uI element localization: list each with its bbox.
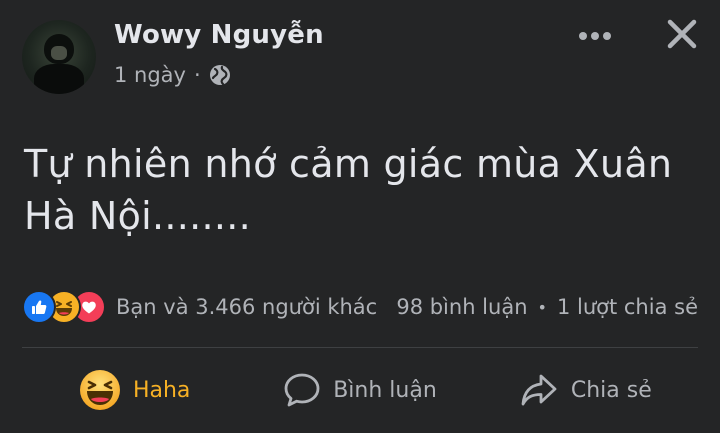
share-icon [519,371,559,409]
haha-reaction-button[interactable]: Haha [22,362,247,418]
post-text: Tự nhiên nhớ cảm giác mùa Xuân Hà Nội...… [24,142,673,238]
reactions-row: Bạn và 3.466 người khác 98 bình luận • 1… [22,290,698,324]
share-count[interactable]: 1 lượt chia sẻ [557,295,698,319]
post-time[interactable]: 1 ngày [114,63,186,87]
engagement-counts: 98 bình luận • 1 lượt chia sẻ [396,295,698,319]
share-label: Chia sẻ [570,377,652,403]
haha-reaction-label: Haha [132,377,191,403]
more-options-button[interactable] [572,20,618,50]
count-separator: • [537,297,547,317]
comment-button[interactable]: Bình luận [247,362,472,418]
action-bar: Haha Bình luận Chia sẻ [22,358,698,422]
avatar-figure-face [51,46,67,60]
meta-separator: · [193,63,201,87]
more-dots-icon [578,26,612,45]
share-button[interactable]: Chia sẻ [473,362,698,418]
author-avatar[interactable] [22,20,96,94]
reaction-icons[interactable] [22,290,106,324]
comment-label: Bình luận [333,377,437,403]
avatar-figure-body [34,64,84,94]
comment-count[interactable]: 98 bình luận [396,295,527,319]
close-button[interactable] [660,14,704,58]
divider [22,347,698,348]
reaction-summary[interactable]: Bạn và 3.466 người khác [116,295,377,319]
like-reaction-icon [22,290,56,324]
close-icon [666,18,698,54]
post-meta: 1 ngày · [114,63,231,87]
haha-face-icon [79,369,121,411]
author-name[interactable]: Wowy Nguyễn [114,20,324,50]
globe-icon[interactable] [209,64,231,86]
comment-icon [283,371,321,409]
